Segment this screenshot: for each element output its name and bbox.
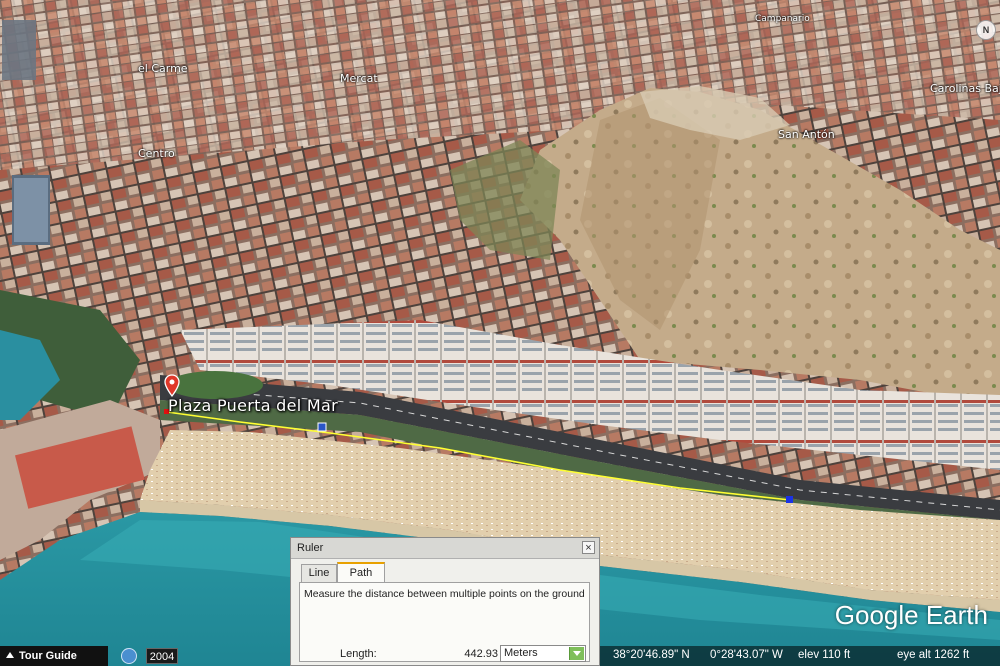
placemark-pin-icon[interactable] <box>164 374 180 398</box>
compass-icon[interactable]: N <box>976 20 996 40</box>
tab-line[interactable]: Line <box>301 564 337 582</box>
length-value: 442.93 <box>464 648 498 660</box>
expand-up-icon <box>6 652 14 658</box>
path-end-point[interactable] <box>786 496 793 503</box>
status-latitude: 38°20'46.89" N <box>613 649 690 661</box>
ruler-panel: Measure the distance between multiple po… <box>299 582 590 662</box>
tour-guide-label: Tour Guide <box>19 650 77 662</box>
ruler-title-bar[interactable]: Ruler × <box>291 538 599 559</box>
close-icon[interactable]: × <box>582 541 595 554</box>
ruler-description: Measure the distance between multiple po… <box>304 588 585 600</box>
tower-left-face <box>14 178 48 242</box>
path-vertex-marker[interactable] <box>317 422 327 432</box>
google-earth-logo: Google Earth <box>834 600 988 630</box>
label-san-anton: San Antón <box>778 128 835 141</box>
status-bar: 38°20'46.89" N 0°28'43.07" W elev 110 ft… <box>600 646 1000 666</box>
tab-path[interactable]: Path <box>337 562 385 584</box>
imagery-year[interactable]: 2004 <box>146 648 178 664</box>
plaza-garden <box>167 371 263 399</box>
tower-top-left <box>2 20 36 80</box>
tour-guide-button[interactable]: Tour Guide <box>0 646 108 666</box>
label-el-carme: el Carme <box>138 62 188 75</box>
label-campanario: Campanario <box>755 14 810 24</box>
status-longitude: 0°28'43.07" W <box>710 649 783 661</box>
placemark-label[interactable]: Plaza Puerta del Mar <box>168 396 338 415</box>
label-centro: Centro <box>138 147 175 160</box>
status-elevation: elev 110 ft <box>798 649 851 661</box>
status-eye-altitude: eye alt 1262 ft <box>897 649 970 661</box>
unit-value: Meters <box>504 647 538 659</box>
ruler-title: Ruler <box>297 542 324 554</box>
label-carolinas: Carolinas Baja <box>930 82 1000 95</box>
dropdown-arrow-icon[interactable] <box>569 647 584 660</box>
ruler-dialog: Ruler × Line Path Measure the distance b… <box>290 537 600 666</box>
length-label: Length: <box>340 648 377 660</box>
label-mercat: Mercat <box>340 72 378 85</box>
historical-imagery-icon[interactable] <box>121 648 137 664</box>
unit-select[interactable]: Meters <box>500 645 586 662</box>
